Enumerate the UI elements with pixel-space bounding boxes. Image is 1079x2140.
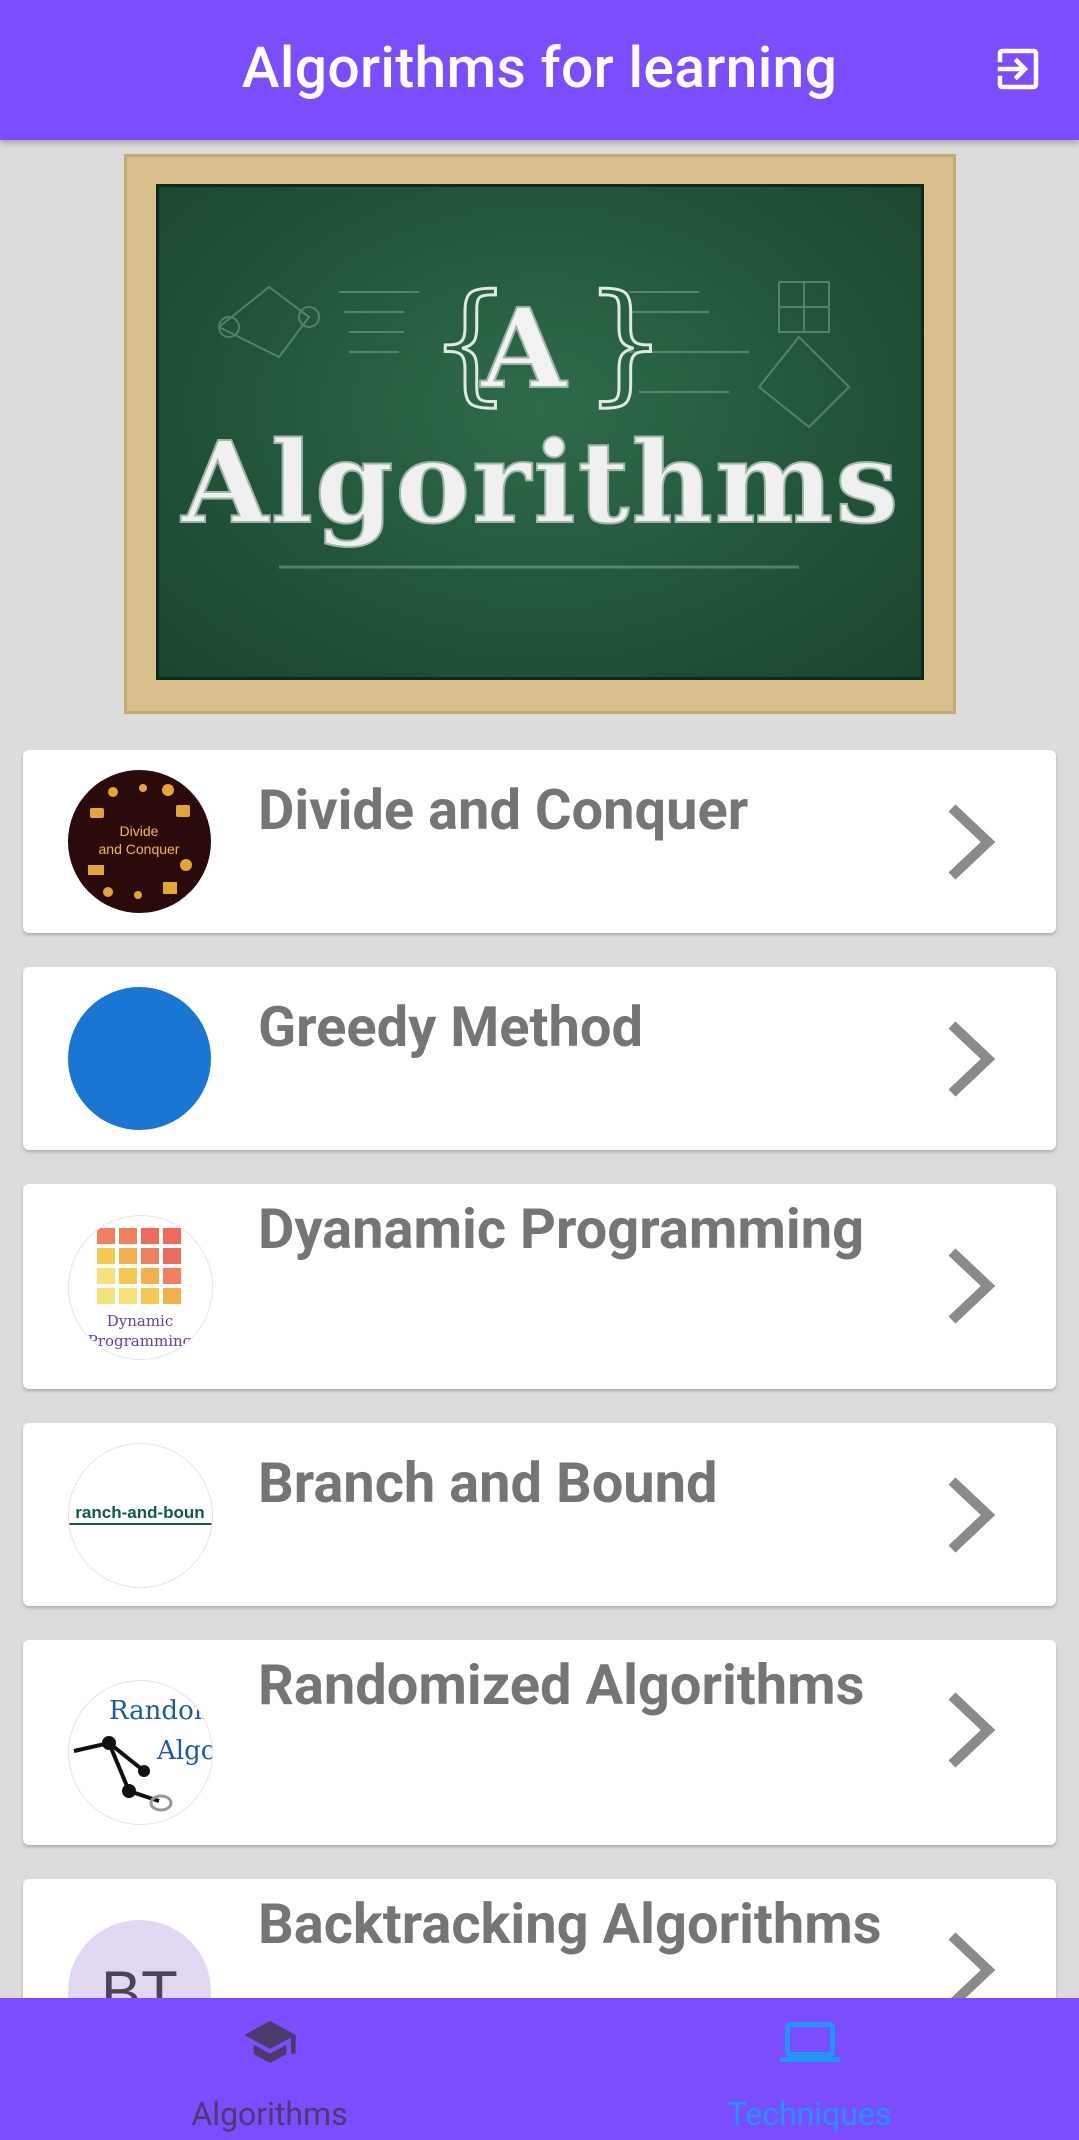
technique-card-greedy-method[interactable]: Greedy Method: [23, 967, 1056, 1150]
randomized-algorithms-avatar-text-2: Algor: [156, 1736, 212, 1766]
nav-label-techniques: Techniques: [727, 2095, 892, 2133]
technique-card-dynamic-programming[interactable]: Dynamic Programming Dyanamic Programming: [23, 1184, 1056, 1389]
banner-title: Algorithms: [181, 418, 901, 549]
technique-title: Dyanamic Programming: [258, 1196, 865, 1262]
chevron-right-icon: [948, 1248, 996, 1324]
app-title: Algorithms for learning: [241, 34, 838, 101]
dynamic-programming-avatar-text-1: Dynamic: [107, 1312, 174, 1330]
technique-title: Branch and Bound: [258, 1450, 718, 1516]
banner-letter: A: [480, 284, 568, 413]
svg-text:}: }: [584, 266, 667, 418]
branch-and-bound-avatar-text: ranch-and-boun: [75, 1503, 204, 1522]
app-bar: Algorithms for learning: [0, 0, 1079, 140]
technique-title: Randomized Algorithms: [258, 1652, 865, 1718]
technique-title: Backtracking Algorithms: [258, 1891, 882, 1957]
technique-card-divide-and-conquer[interactable]: Divide and Conquer Divide and Conquer: [23, 750, 1056, 933]
randomized-algorithms-avatar: Random Algor: [68, 1680, 213, 1825]
chevron-right-icon: [948, 1692, 996, 1768]
branch-and-bound-avatar: ranch-and-boun: [68, 1443, 213, 1588]
technique-card-randomized-algorithms[interactable]: Random Algor Randomized Algorithms: [23, 1640, 1056, 1845]
bottom-navigation: Algorithms Techniques: [0, 1998, 1079, 2140]
technique-title: Greedy Method: [258, 994, 643, 1060]
nav-item-techniques[interactable]: Techniques: [540, 1998, 1079, 2140]
greedy-method-avatar: [68, 987, 211, 1130]
technique-title: Divide and Conquer: [258, 777, 749, 843]
divide-and-conquer-avatar-text-2: and Conquer: [99, 841, 180, 857]
nav-label-algorithms: Algorithms: [191, 2095, 348, 2133]
nav-item-algorithms[interactable]: Algorithms: [0, 1998, 539, 2140]
laptop-icon: [780, 2022, 840, 2062]
chevron-right-icon: [948, 1021, 996, 1097]
dynamic-programming-avatar: Dynamic Programming: [68, 1215, 213, 1360]
dynamic-programming-avatar-text-2: Programming: [88, 1332, 193, 1350]
chevron-right-icon: [948, 1477, 996, 1553]
algorithms-banner-image: { } A Algorithms: [124, 154, 956, 714]
chevron-right-icon: [948, 804, 996, 880]
divide-and-conquer-avatar-text-1: Divide: [120, 823, 159, 839]
technique-card-branch-and-bound[interactable]: ranch-and-boun Branch and Bound: [23, 1423, 1056, 1606]
divide-and-conquer-avatar: Divide and Conquer: [68, 770, 211, 913]
chalkboard: { } A Algorithms: [156, 184, 924, 680]
logout-icon[interactable]: [991, 42, 1045, 96]
school-icon: [244, 2021, 296, 2063]
randomized-algorithms-avatar-text-1: Random: [109, 1696, 212, 1726]
